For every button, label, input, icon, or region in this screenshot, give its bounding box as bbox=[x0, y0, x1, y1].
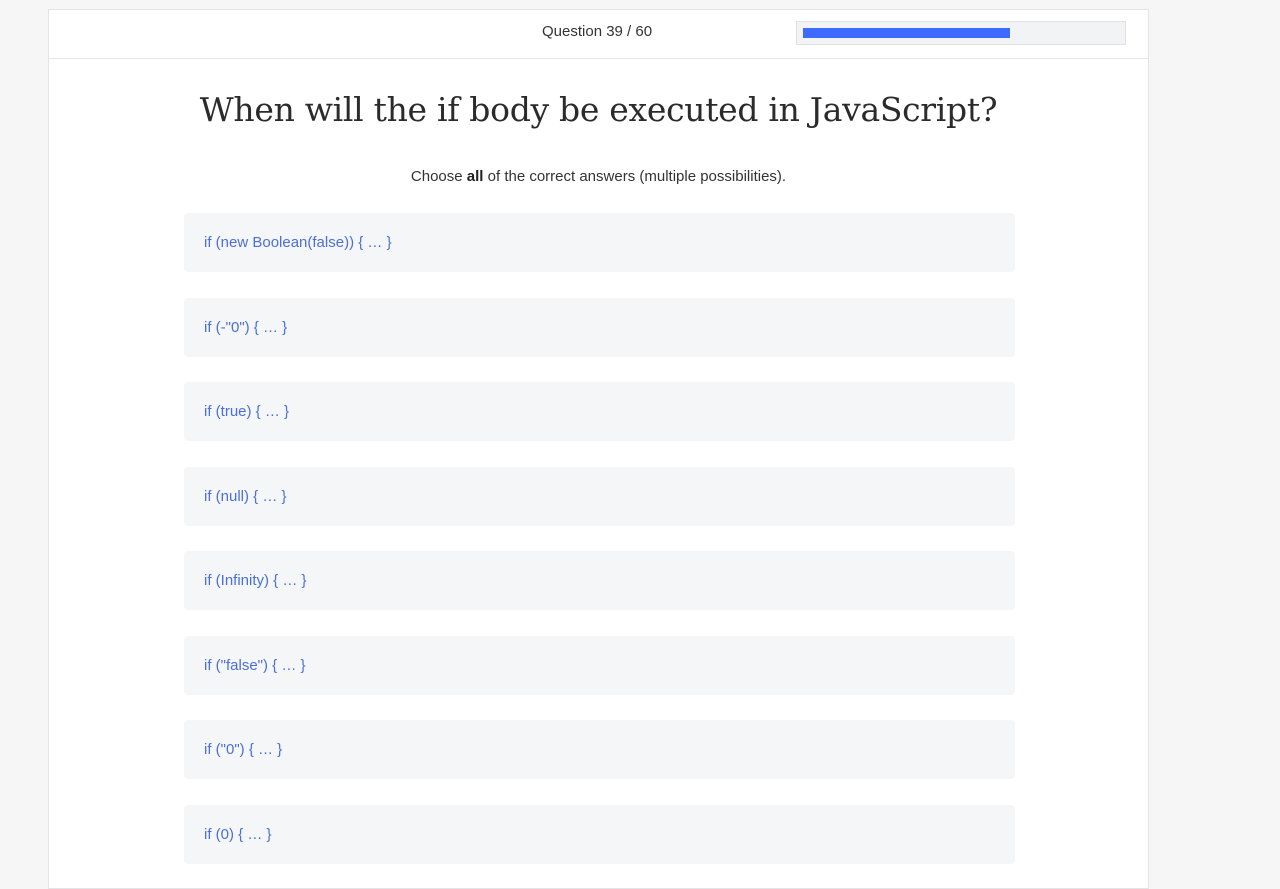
question-title: When will the if body be executed in Jav… bbox=[199, 90, 998, 129]
answer-option-label: if ("0") { … } bbox=[204, 741, 283, 758]
answer-option[interactable]: if (-"0") { … } bbox=[184, 297, 1015, 357]
progress-bar-fill bbox=[803, 28, 1010, 38]
answer-option-label: if (null) { … } bbox=[204, 487, 287, 505]
question-counter: Question 39 / 60 bbox=[542, 23, 653, 40]
progress-bar bbox=[796, 21, 1126, 45]
instruction-text-end: of the correct answers (multiple possibi… bbox=[483, 168, 787, 185]
answer-option-label: if (Infinity) { … } bbox=[204, 572, 307, 589]
answer-option[interactable]: if (true) { … } bbox=[184, 382, 1015, 441]
answer-option-label: if ("false") { … } bbox=[204, 656, 306, 674]
question-instruction: Choose all of the correct answers (multi… bbox=[49, 168, 1148, 185]
answer-option[interactable]: if ("false") { … } bbox=[184, 635, 1015, 695]
quiz-header: Question 39 / 60 bbox=[49, 10, 1148, 59]
instruction-text-start: Choose bbox=[410, 168, 467, 185]
answer-option-label: if (0) { … } bbox=[204, 825, 272, 843]
quiz-card: Question 39 / 60 When will the if body b… bbox=[48, 9, 1149, 889]
answer-option[interactable]: if ("0") { … } bbox=[184, 720, 1015, 779]
answer-option-label: if (-"0") { … } bbox=[204, 318, 288, 336]
answer-option-label: if (new Boolean(false)) { … } bbox=[204, 234, 392, 251]
answer-option[interactable]: if (0) { … } bbox=[184, 804, 1015, 864]
answer-option[interactable]: if (null) { … } bbox=[184, 466, 1015, 526]
answer-option[interactable]: if (new Boolean(false)) { … } bbox=[184, 213, 1015, 272]
answer-option[interactable]: if (Infinity) { … } bbox=[184, 551, 1015, 610]
answer-options: if (new Boolean(false)) { … } if (-"0") … bbox=[184, 213, 1015, 889]
instruction-emphasis: all bbox=[466, 168, 484, 185]
answer-option-label: if (true) { … } bbox=[204, 403, 290, 420]
